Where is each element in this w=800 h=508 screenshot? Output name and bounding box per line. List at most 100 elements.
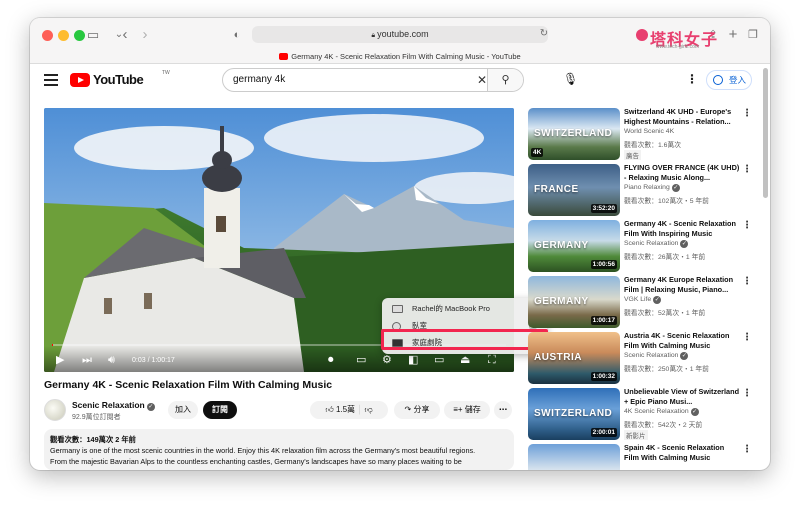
recommended-channel[interactable]: Piano Relaxing ✓ — [624, 184, 680, 192]
recommended-channel[interactable]: 4K Scenic Relaxation ✓ — [624, 408, 699, 416]
duration-badge: 3:52:20 — [590, 204, 617, 213]
thumbs-down-icon: 👎︎ — [364, 405, 373, 414]
join-button[interactable]: 加入 — [168, 401, 198, 419]
subtitles-icon[interactable]: ▭ — [356, 354, 366, 366]
theater-mode-icon[interactable]: ▭ — [434, 354, 444, 366]
verified-icon: ✓ — [671, 184, 680, 192]
airplay-icon[interactable]: ⏏ — [460, 354, 470, 366]
more-options-icon[interactable]: ⋮ — [742, 388, 752, 399]
signin-button[interactable]: 登入 — [706, 70, 752, 90]
channel-name[interactable]: Scenic Relaxation ✓ — [72, 400, 155, 411]
menu-icon[interactable] — [44, 74, 58, 86]
reload-icon[interactable]: ↻ — [535, 25, 553, 43]
voice-search-icon[interactable]: 🎙︎ — [563, 72, 578, 86]
video-thumbnail[interactable] — [528, 444, 620, 470]
recommended-title[interactable]: Unbelievable View of Switzerland + Epic … — [624, 387, 740, 407]
more-actions-button[interactable]: ⋯ — [494, 401, 512, 419]
recommended-channel[interactable]: World Scenic 4K — [624, 128, 674, 135]
fullscreen-icon[interactable]: ⛶ — [488, 354, 496, 366]
search-input[interactable]: germany 4k — [233, 69, 285, 91]
play-icon[interactable]: ▶ — [56, 354, 64, 366]
recommended-video[interactable]: GERMANY 1:00:17 Germany 4K Europe Relaxati… — [528, 275, 754, 330]
settings-menu-icon[interactable]: ⋮ — [686, 72, 698, 86]
more-options-icon[interactable]: ⋮ — [742, 444, 752, 455]
settings-gear-icon[interactable]: ⚙ — [382, 354, 392, 366]
video-thumbnail[interactable]: GERMANY 1:00:56 — [528, 220, 620, 272]
video-thumbnail[interactable]: GERMANY 1:00:17 — [528, 276, 620, 328]
youtube-favicon-icon — [279, 53, 289, 60]
sidebar-toggle-icon[interactable]: ▭ — [84, 26, 102, 44]
address-bar[interactable]: 🔒︎ youtube.com — [252, 26, 548, 43]
thumbnail-text: GERMANY — [534, 240, 589, 251]
next-icon[interactable]: ⏭ — [82, 354, 92, 366]
view-count-date: 觀看次數：149萬次 2 年前 — [50, 435, 136, 444]
tab-overview-icon[interactable]: ❐ — [744, 26, 762, 44]
video-thumbnail[interactable]: SWITZERLAND 4K — [528, 108, 620, 160]
recommended-title[interactable]: Spain 4K - Scenic Relaxation Film With C… — [624, 443, 740, 463]
search-button[interactable]: ⚲ — [487, 69, 523, 91]
recommended-channel[interactable]: Scenic Relaxation ✓ — [624, 352, 689, 360]
highlight-box — [381, 329, 548, 350]
volume-icon[interactable]: 🔊︎ — [108, 354, 115, 366]
safari-toolbar: ▭ ⌄ ‹ › ◐ 🔒︎ youtube.com ↻ ⇪ + ❐ Germany… — [30, 18, 770, 64]
video-thumbnail[interactable]: AUSTRIA 1:00:32 — [528, 332, 620, 384]
back-icon[interactable]: ‹ — [116, 26, 134, 44]
recommended-video[interactable]: SWITZERLAND 2:00:01 Unbelievable View of S… — [528, 387, 754, 442]
recommended-views: 觀看次數：26萬次・1 年前 — [624, 254, 706, 261]
new-tab-icon[interactable]: + — [724, 26, 742, 44]
time-display: 0:03 / 1:00:17 — [132, 357, 175, 364]
quality-badge: 4K — [531, 148, 544, 157]
duration-badge: 2:00:01 — [590, 428, 617, 437]
more-options-icon[interactable]: ⋮ — [742, 276, 752, 287]
recommended-title[interactable]: FLYING OVER FRANCE (4K UHD) - Relaxing M… — [624, 163, 740, 183]
forward-icon[interactable]: › — [136, 26, 154, 44]
status-badge: 新影片 — [624, 430, 648, 440]
recommended-title[interactable]: Germany 4K Europe Relaxation Film | Rela… — [624, 275, 740, 295]
recommended-video[interactable]: Spain 4K - Scenic Relaxation Film With C… — [528, 443, 754, 470]
privacy-shield-icon[interactable]: ◐ — [228, 26, 246, 44]
airplay-device-macbook[interactable]: Rachel的 MacBook Pro ✓ — [382, 300, 547, 317]
channel-avatar[interactable] — [44, 399, 66, 421]
video-thumbnail[interactable]: SWITZERLAND 2:00:01 — [528, 388, 620, 440]
active-tab[interactable]: Germany 4K - Scenic Relaxation Film With… — [210, 51, 590, 63]
save-button[interactable]: ≡+ 儲存 — [444, 401, 490, 419]
verified-icon: ✓ — [680, 240, 689, 248]
description-line: From the majestic Bavarian Alps to the c… — [50, 457, 462, 466]
subscribe-button[interactable]: 訂閱 — [203, 401, 237, 419]
recommended-views: 觀看次數：52萬次・1 年前 — [624, 310, 706, 317]
more-options-icon[interactable]: ⋮ — [742, 332, 752, 343]
verified-icon: ✓ — [146, 403, 155, 411]
thumbs-up-icon: 👍︎ — [325, 405, 334, 414]
minimize-window-button[interactable] — [58, 30, 69, 41]
more-options-icon[interactable]: ⋮ — [742, 220, 752, 231]
search-box[interactable]: germany 4k ✕ ⚲ — [222, 68, 524, 92]
recommended-video[interactable]: FRANCE 3:52:20 FLYING OVER FRANCE (4K UHD)… — [528, 163, 754, 218]
share-button[interactable]: ↷ 分享 — [394, 401, 440, 419]
account-icon — [713, 75, 723, 85]
more-options-icon[interactable]: ⋮ — [742, 108, 752, 119]
recommended-channel[interactable]: VGK Life ✓ — [624, 296, 662, 304]
scrollbar[interactable] — [763, 68, 768, 198]
more-options-icon[interactable]: ⋮ — [742, 164, 752, 175]
close-window-button[interactable] — [42, 30, 53, 41]
status-badge: 廣告 — [624, 150, 641, 160]
recommended-video[interactable]: GERMANY 1:00:56 Germany 4K - Scenic Relaxa… — [528, 219, 754, 274]
watermark-logo: 塔科女子 www.tech-girlz.com — [634, 26, 724, 52]
clear-search-icon[interactable]: ✕ — [477, 69, 487, 91]
browser-window: ▭ ⌄ ‹ › ◐ 🔒︎ youtube.com ↻ ⇪ + ❐ Germany… — [30, 18, 770, 470]
miniplayer-icon[interactable]: ◧ — [408, 354, 418, 366]
video-description[interactable]: 觀看次數：149萬次 2 年前 Germany is one of the mo… — [44, 429, 514, 470]
recommended-title[interactable]: Austria 4K - Scenic Relaxation Film With… — [624, 331, 740, 351]
recommended-channel[interactable]: Scenic Relaxation ✓ — [624, 240, 689, 248]
autoplay-toggle-icon[interactable]: ⏺ — [328, 354, 334, 366]
youtube-header: YouTube TW germany 4k ✕ ⚲ 🎙︎ ⋮ 登入 — [30, 64, 770, 104]
video-thumbnail[interactable]: FRANCE 3:52:20 — [528, 164, 620, 216]
recommended-title[interactable]: Switzerland 4K UHD - Europe's Highest Mo… — [624, 107, 740, 127]
thumbnail-text: FRANCE — [534, 184, 579, 195]
recommended-views: 觀看次數：250萬次・1 年前 — [624, 366, 709, 373]
recommended-video[interactable]: SWITZERLAND 4K Switzerland 4K UHD - Europe… — [528, 107, 754, 162]
region-code: TW — [162, 70, 170, 76]
recommended-video[interactable]: AUSTRIA 1:00:32 Austria 4K - Scenic Relaxa… — [528, 331, 754, 386]
like-dislike-button[interactable]: 👍︎ 1.5萬 │ 👎︎ — [310, 401, 388, 419]
recommended-title[interactable]: Germany 4K - Scenic Relaxation Film With… — [624, 219, 740, 239]
